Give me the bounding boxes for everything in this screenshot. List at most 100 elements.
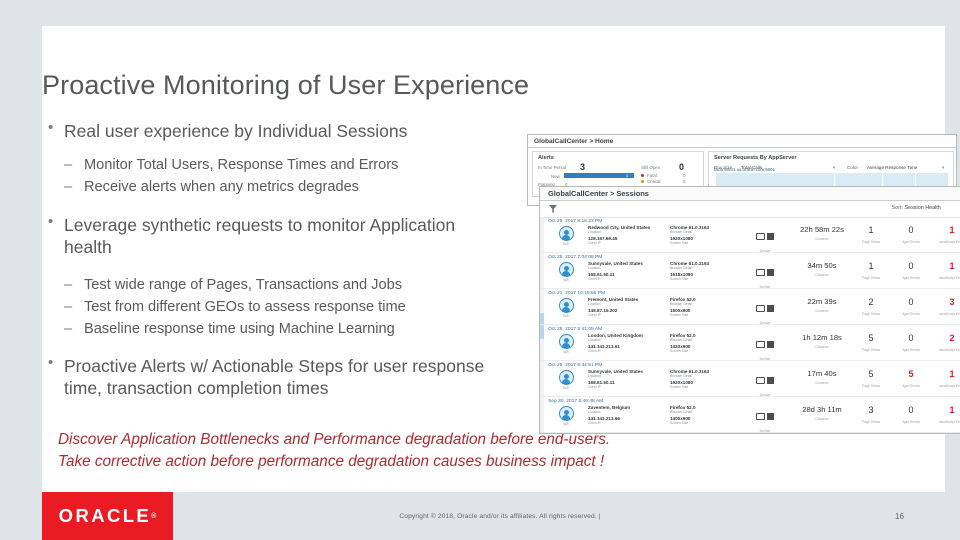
browser-cell: Firefox 52.0 Browser Detail 1400x900 Screen…	[670, 405, 740, 425]
screen-size-sublabel: Screen Size	[670, 385, 689, 389]
user-icon	[558, 226, 574, 241]
page-views-value: 1	[868, 225, 874, 235]
page-views-column-label: Page Views	[861, 240, 881, 244]
oracle-logo: ORACLE ®	[42, 492, 173, 540]
table-row[interactable]: Oct 25, 2017 5:41:05 AM N/A London, United…	[540, 325, 960, 361]
client-ip-sublabel: Client IP	[588, 277, 601, 281]
session-health-cell: 0.81Session Health	[956, 298, 960, 320]
sort-label: Sort:	[891, 205, 904, 211]
alerts-card-title: Alerts	[538, 155, 554, 161]
alerts-new-bar-track	[564, 173, 634, 178]
server-icon	[767, 377, 774, 385]
monitor-icon	[756, 305, 765, 313]
color-label: Color	[847, 165, 858, 170]
sessions-toolbar: Sort: Session Health ▾ ⇣	[540, 201, 960, 218]
browser-sublabel: Browser Detail	[670, 266, 693, 270]
color-chevron-down-icon[interactable]: ▾	[942, 165, 944, 171]
location-sublabel: Location	[588, 266, 601, 270]
ajax-errors-column-label: Ajax Errors	[902, 240, 920, 244]
client-ip-sublabel: Client IP	[588, 421, 601, 425]
session-health-column-label: Session Health	[956, 388, 960, 392]
alerts-new-value: 3	[626, 173, 628, 178]
page-views-value: 1	[868, 261, 874, 271]
user-avatar-cell: N/A	[554, 226, 578, 246]
user-avatar-cell: N/A	[554, 334, 578, 354]
browser-cell: Firefox 52.0 Browser Detail 1500x900 Screen…	[670, 297, 740, 317]
device-cell: Device	[745, 408, 785, 433]
user-avatar-cell: N/A	[554, 262, 578, 282]
page-views-value: 5	[868, 333, 874, 343]
server-icon	[767, 233, 774, 241]
fatal-severity-icon	[641, 174, 644, 177]
session-duration: 22h 58m 22s	[800, 225, 844, 234]
critical-label: Critical	[647, 179, 661, 184]
browser-cell: Firefox 52.0 Browser Detail 1420x900 Screen…	[670, 333, 740, 353]
table-row[interactable]: Sep 30, 2017 5:46:48 AM N/A Zaventem, Belg…	[540, 397, 960, 433]
page-views-cell: 1 Page Views	[852, 261, 890, 281]
duration-cell: 34m 50s Duration	[795, 261, 849, 277]
critical-severity-icon	[641, 180, 644, 183]
device-cell: Device	[745, 336, 785, 361]
duration-column-label: Duration	[815, 309, 829, 314]
session-health-cell: 0.93Session Health	[956, 370, 960, 392]
appserver-name: tacoms841.us.oracle.com:9001	[714, 167, 776, 172]
sessions-screenshot: GlobalCallCenter > Sessions Sort: Sessio…	[539, 186, 960, 434]
session-health-cell: 0.95Session Health	[956, 406, 960, 428]
duration-column-label: Duration	[815, 381, 829, 386]
client-ip-sublabel: Client IP	[588, 241, 601, 245]
location-cell: Sunnyvale, United States Location 168.61.5…	[588, 261, 666, 281]
session-health-cell: 0.75Session Health	[956, 262, 960, 284]
table-row[interactable]: Oct 25, 2017 6:44:51 PM N/A Sunnyvale, Uni…	[540, 361, 960, 397]
location-sublabel: Location	[588, 302, 601, 306]
page-views-column-label: Page Views	[861, 312, 881, 316]
session-duration: 17m 40s	[807, 369, 837, 378]
alerts-new-label: New	[551, 174, 560, 179]
session-health-column-label: Session Health	[956, 280, 960, 284]
user-icon	[558, 298, 574, 313]
location-cell: Sunnyvale, United States Location 168.61.5…	[588, 369, 666, 389]
session-timestamp: Sep 30, 2017 5:46:48 AM	[548, 399, 604, 404]
session-duration: 34m 50s	[807, 261, 837, 270]
location-cell: London, United Kingdom Location 141.143.21…	[588, 333, 666, 353]
user-icon	[558, 334, 574, 349]
duration-column-label: Duration	[815, 345, 829, 350]
table-row[interactable]: Oct 21, 2017 10:15:55 PM N/A Fremont, Unit…	[540, 289, 960, 325]
ajax-errors-cell: 0 Ajax Errors	[892, 262, 930, 281]
page-views-column-label: Page Views	[861, 276, 881, 280]
monitor-icon	[756, 377, 765, 385]
bullet-level2: Baseline response time using Machine Lea…	[42, 320, 502, 338]
bullet-level1: Proactive Alerts w/ Actionable Steps for…	[42, 354, 502, 399]
user-name: N/A	[563, 386, 569, 390]
sessions-breadcrumb: GlobalCallCenter > Sessions	[540, 187, 960, 201]
sort-control[interactable]: Sort: Session Health ▾	[892, 205, 960, 211]
table-row[interactable]: Oct 25, 2017 8:16:23 PM N/A Redwood City, …	[540, 217, 960, 253]
filter-icon[interactable]	[549, 205, 557, 213]
session-timestamp: Oct 25, 2017 8:16:23 PM	[548, 219, 603, 224]
page-views-value: 3	[868, 405, 874, 415]
duration-column-label: Duration	[815, 237, 829, 242]
still-open-label: Still Open	[641, 165, 661, 170]
client-ip-sublabel: Client IP	[588, 313, 601, 317]
fatal-value: 0	[683, 173, 686, 178]
user-name: N/A	[563, 314, 569, 318]
home-breadcrumb: GlobalCallCenter > Home	[528, 135, 956, 148]
tagline-line-2: Take corrective action before performanc…	[58, 452, 605, 470]
server-icon	[767, 305, 774, 313]
ajax-errors-value: 0	[908, 297, 914, 307]
user-name: N/A	[563, 422, 569, 426]
browser-sublabel: Browser Detail	[670, 374, 693, 378]
device-cell: Device	[745, 372, 785, 397]
box-size-chevron-down-icon[interactable]: ▾	[833, 165, 835, 171]
session-health-cell: 0.75Session Health	[956, 226, 960, 248]
table-row[interactable]: Oct 25, 2017 7:04:08 PM N/A Sunnyvale, Uni…	[540, 253, 960, 289]
session-health-cell: 0.97Session Health	[956, 334, 960, 356]
session-timestamp: Oct 21, 2017 10:15:55 PM	[548, 291, 606, 296]
client-ip-sublabel: Client IP	[588, 349, 601, 353]
location-sublabel: Location	[588, 338, 601, 342]
ajax-errors-cell: 0 Ajax Errors	[892, 226, 930, 245]
oracle-wordmark: ORACLE	[58, 505, 152, 526]
ajax-errors-cell: 0 Ajax Errors	[892, 334, 930, 353]
